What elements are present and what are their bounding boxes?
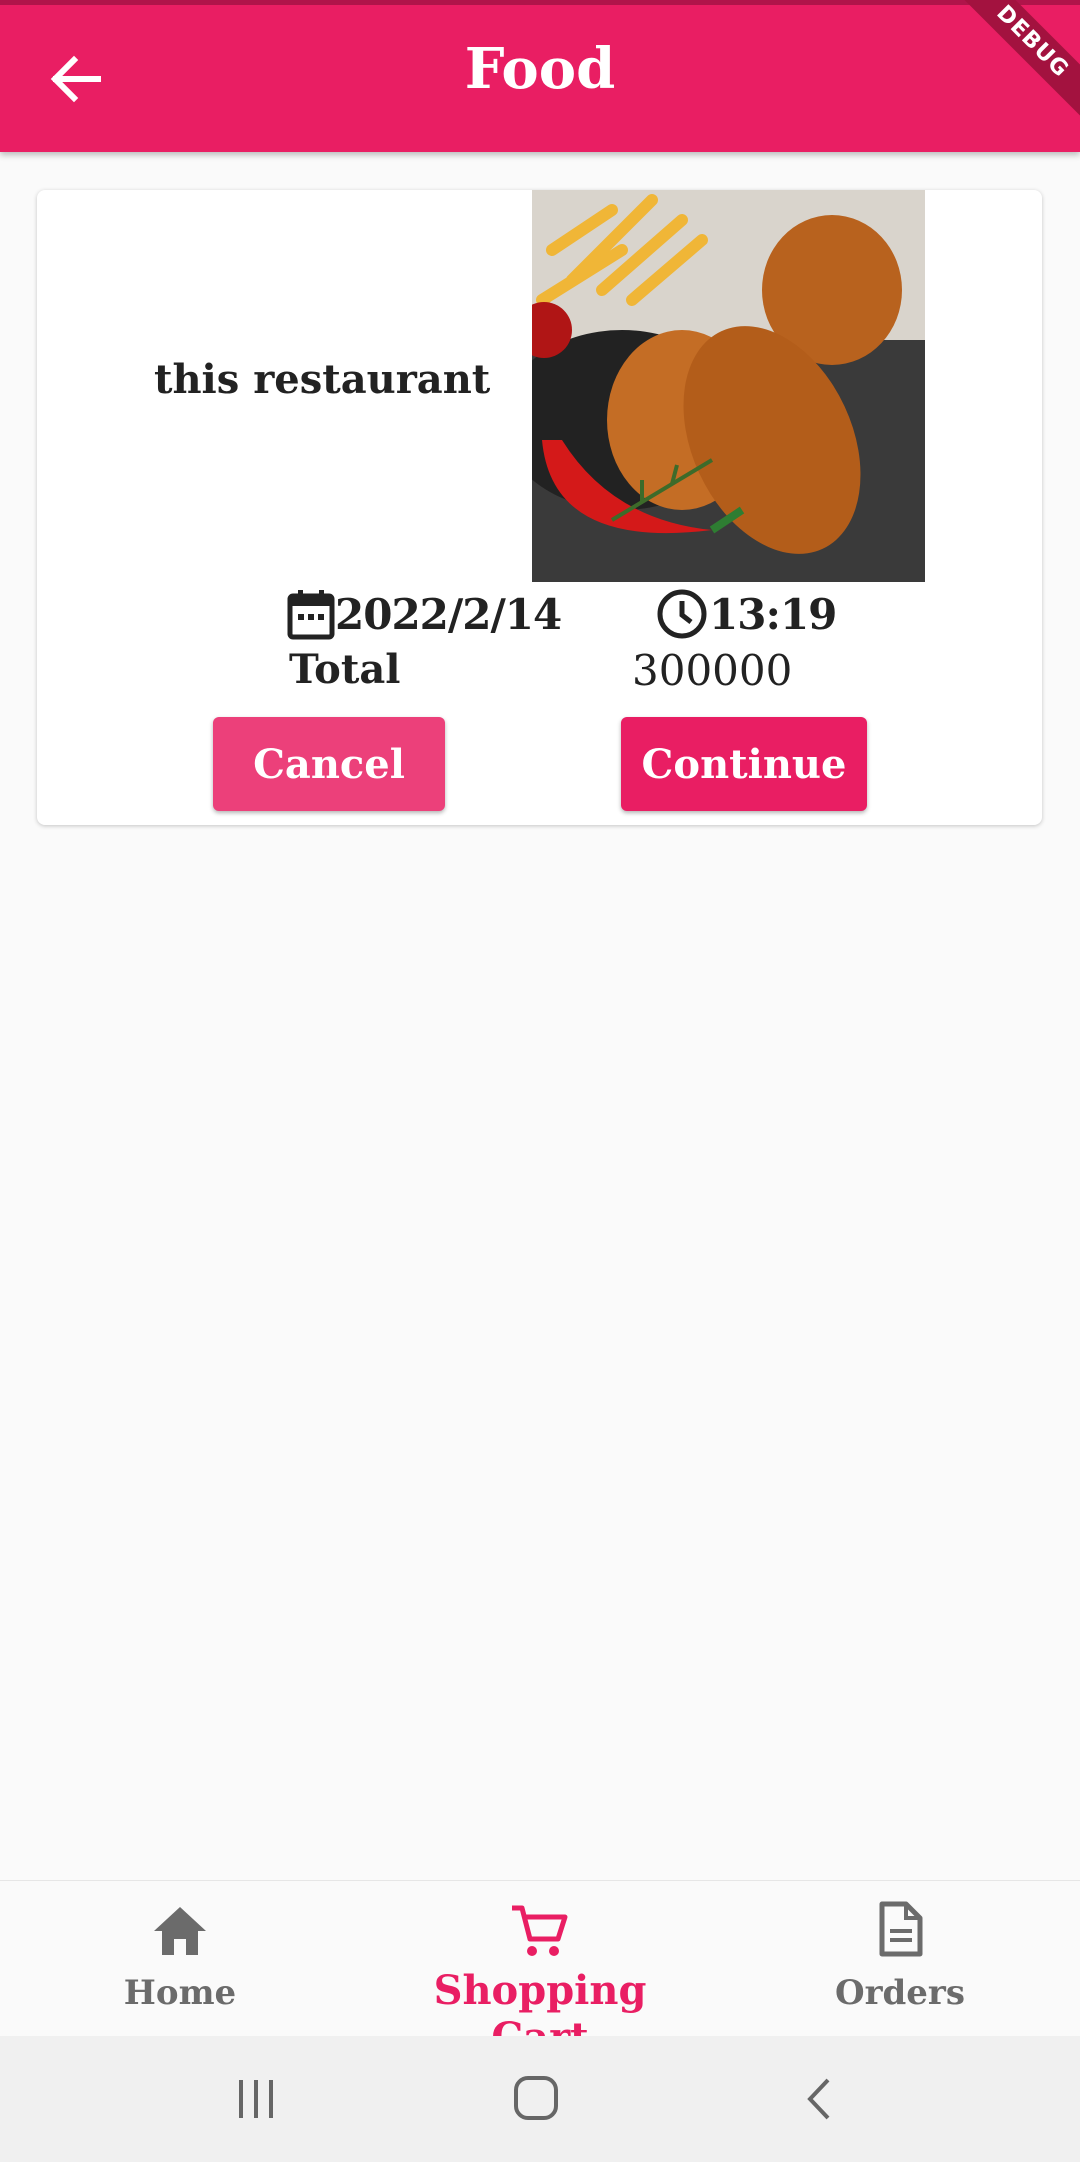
home-icon <box>154 1907 206 1955</box>
order-time-text: 13:19 <box>709 589 837 639</box>
system-home-button[interactable] <box>506 2074 566 2124</box>
total-value: 300000 <box>632 646 793 695</box>
restaurant-name: this restaurant <box>154 356 491 403</box>
food-image <box>532 190 925 582</box>
total-label: Total <box>289 646 401 693</box>
cancel-button[interactable]: Cancel <box>213 717 445 811</box>
order-date: 2022/2/14 <box>287 586 562 642</box>
nav-home-label: Home <box>123 1973 237 2013</box>
calendar-icon <box>287 590 335 640</box>
clock-icon <box>657 589 707 639</box>
nav-home[interactable]: Home <box>60 1881 300 2037</box>
order-date-text: 2022/2/14 <box>335 589 562 639</box>
order-card: this restaurant 2022/2/14 13:19 Total 30… <box>37 190 1042 825</box>
document-icon <box>879 1901 923 1957</box>
page-title: Food <box>464 36 616 102</box>
continue-button[interactable]: Continue <box>621 717 867 811</box>
system-back-button[interactable] <box>790 2074 850 2124</box>
bottom-navigation: Home Shopping Cart Orders <box>0 1880 1080 2061</box>
order-time: 13:19 <box>655 586 837 642</box>
system-nav-bar <box>0 2036 1080 2162</box>
status-strip <box>0 0 1080 5</box>
recent-apps-icon <box>239 2080 273 2118</box>
nav-orders-label: Orders <box>835 1973 965 2013</box>
nav-orders[interactable]: Orders <box>780 1881 1020 2037</box>
app-bar: Food DEBUG <box>0 0 1080 152</box>
nav-shopping-cart[interactable]: Shopping Cart <box>380 1881 700 2061</box>
recent-apps-button[interactable] <box>226 2074 286 2124</box>
back-chevron-icon <box>807 2078 830 2120</box>
cart-icon <box>512 1905 568 1956</box>
home-circle-icon <box>514 2076 558 2120</box>
